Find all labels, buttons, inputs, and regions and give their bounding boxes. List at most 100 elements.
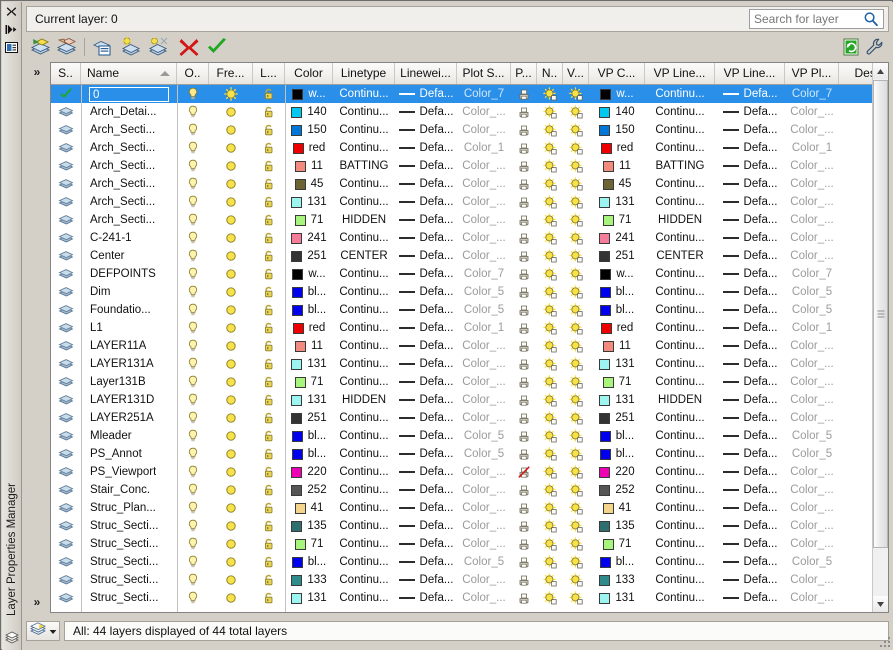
layer-states-manager-button[interactable] (148, 36, 170, 58)
cell-color[interactable]: 131 (285, 589, 333, 607)
cell-lineweight[interactable]: Defa... (395, 247, 457, 265)
new-vp-freeze-icon[interactable] (537, 337, 563, 355)
cell-lineweight[interactable]: Defa... (395, 427, 457, 445)
new-vp-freeze-icon[interactable] (537, 445, 563, 463)
cell-linetype[interactable]: Continu... (333, 481, 395, 499)
new-vp-freeze-icon[interactable] (537, 553, 563, 571)
column-header-vpplotstyle[interactable]: VP Pl... (785, 63, 839, 84)
layer-plot-icon[interactable] (511, 535, 537, 553)
layer-lock-toggle-icon[interactable] (253, 463, 285, 481)
cell-color[interactable]: 11 (285, 157, 333, 175)
cell-vp-linetype[interactable]: Continu... (645, 175, 715, 193)
layer-freeze-toggle-icon[interactable] (209, 247, 253, 265)
cell-vp-plotstyle[interactable]: Color_5 (785, 553, 839, 571)
cell-layer-name[interactable]: Struc_Plan... (81, 499, 177, 517)
cell-vp-lineweight[interactable]: Defa... (715, 391, 785, 409)
cell-vp-color[interactable]: bl... (589, 427, 645, 445)
layer-plot-icon[interactable] (511, 229, 537, 247)
chevron-down-icon[interactable] (49, 624, 57, 638)
cell-vp-lineweight[interactable]: Defa... (715, 265, 785, 283)
new-vp-freeze-icon[interactable] (537, 139, 563, 157)
cell-vp-lineweight[interactable]: Defa... (715, 193, 785, 211)
vp-freeze-icon[interactable] (563, 427, 589, 445)
layer-lock-toggle-icon[interactable] (253, 301, 285, 319)
layer-plot-icon[interactable] (511, 499, 537, 517)
cell-vp-color[interactable]: 71 (589, 211, 645, 229)
layer-freeze-toggle-icon[interactable] (209, 175, 253, 193)
new-vp-freeze-icon[interactable] (537, 589, 563, 607)
vp-freeze-icon[interactable] (563, 283, 589, 301)
cell-plotstyle[interactable]: Color_... (457, 535, 511, 553)
cell-vp-linetype[interactable]: CENTER (645, 247, 715, 265)
layer-lock-toggle-icon[interactable] (253, 481, 285, 499)
cell-layer-name[interactable]: Mleader (81, 427, 177, 445)
cell-layer-name[interactable]: Struc_Secti... (81, 535, 177, 553)
cell-layer-name[interactable]: Arch_Secti... (81, 211, 177, 229)
cell-linetype[interactable]: HIDDEN (333, 211, 395, 229)
cell-lineweight[interactable]: Defa... (395, 373, 457, 391)
cell-linetype[interactable]: Continu... (333, 85, 395, 103)
layer-lock-toggle-icon[interactable] (253, 175, 285, 193)
cell-vp-linetype[interactable]: BATTING (645, 157, 715, 175)
cell-vp-lineweight[interactable]: Defa... (715, 589, 785, 607)
cell-vp-linetype[interactable]: Continu... (645, 319, 715, 337)
column-header-name[interactable]: Name (81, 63, 177, 84)
layer-plot-icon[interactable] (511, 589, 537, 607)
cell-vp-lineweight[interactable]: Defa... (715, 427, 785, 445)
layer-lock-toggle-icon[interactable] (253, 139, 285, 157)
layer-lock-toggle-icon[interactable] (253, 517, 285, 535)
layer-lock-toggle-icon[interactable] (253, 85, 285, 103)
layer-lock-toggle-icon[interactable] (253, 211, 285, 229)
cell-plotstyle[interactable]: Color_... (457, 211, 511, 229)
cell-color[interactable]: 71 (285, 211, 333, 229)
cell-layer-name[interactable]: Center (81, 247, 177, 265)
cell-linetype[interactable]: Continu... (333, 409, 395, 427)
column-header-on[interactable]: O.. (177, 63, 209, 84)
new-vp-freeze-icon[interactable] (537, 283, 563, 301)
cell-layer-name[interactable]: LAYER251A (81, 409, 177, 427)
scroll-down-arrow-icon[interactable] (873, 596, 888, 612)
layer-filter-dropdown-button[interactable] (26, 621, 60, 641)
cell-color[interactable]: bl... (285, 427, 333, 445)
close-icon[interactable] (2, 3, 20, 20)
layer-on-toggle-icon[interactable] (177, 337, 209, 355)
vp-freeze-icon[interactable] (563, 229, 589, 247)
layer-plot-icon[interactable] (511, 121, 537, 139)
layer-plot-icon[interactable] (511, 211, 537, 229)
layer-lock-toggle-icon[interactable] (253, 121, 285, 139)
cell-vp-color[interactable]: 150 (589, 121, 645, 139)
cell-vp-linetype[interactable]: HIDDEN (645, 391, 715, 409)
cell-color[interactable]: 220 (285, 463, 333, 481)
cell-layer-name[interactable]: Struc_Secti... (81, 571, 177, 589)
cell-vp-plotstyle[interactable]: Color_7 (785, 85, 839, 103)
layer-freeze-toggle-icon[interactable] (209, 211, 253, 229)
cell-vp-plotstyle[interactable]: Color_... (785, 409, 839, 427)
column-header-linetype[interactable]: Linetype (333, 63, 395, 84)
cell-plotstyle[interactable]: Color_... (457, 121, 511, 139)
cell-vp-plotstyle[interactable]: Color_... (785, 391, 839, 409)
cell-color[interactable]: 11 (285, 337, 333, 355)
cell-layer-name[interactable]: Struc_Secti... (81, 517, 177, 535)
cell-vp-color[interactable]: 251 (589, 247, 645, 265)
layer-freeze-toggle-icon[interactable] (209, 427, 253, 445)
layer-freeze-toggle-icon[interactable] (209, 553, 253, 571)
new-layer-button[interactable] (30, 36, 52, 58)
layer-lock-toggle-icon[interactable] (253, 571, 285, 589)
cell-linetype[interactable]: Continu... (333, 445, 395, 463)
cell-color[interactable]: 71 (285, 373, 333, 391)
layer-on-toggle-icon[interactable] (177, 85, 209, 103)
cell-linetype[interactable]: Continu... (333, 193, 395, 211)
layer-lock-toggle-icon[interactable] (253, 265, 285, 283)
cell-linetype[interactable]: CENTER (333, 247, 395, 265)
layer-freeze-toggle-icon[interactable] (209, 517, 253, 535)
layer-on-toggle-icon[interactable] (177, 265, 209, 283)
layer-plot-icon[interactable] (511, 391, 537, 409)
layer-on-toggle-icon[interactable] (177, 355, 209, 373)
cell-plotstyle[interactable]: Color_... (457, 229, 511, 247)
new-vp-freeze-icon[interactable] (537, 175, 563, 193)
layer-lock-toggle-icon[interactable] (253, 391, 285, 409)
cell-layer-name[interactable]: Arch_Secti... (81, 157, 177, 175)
cell-vp-linetype[interactable]: Continu... (645, 571, 715, 589)
cell-vp-lineweight[interactable]: Defa... (715, 139, 785, 157)
layer-lock-toggle-icon[interactable] (253, 499, 285, 517)
